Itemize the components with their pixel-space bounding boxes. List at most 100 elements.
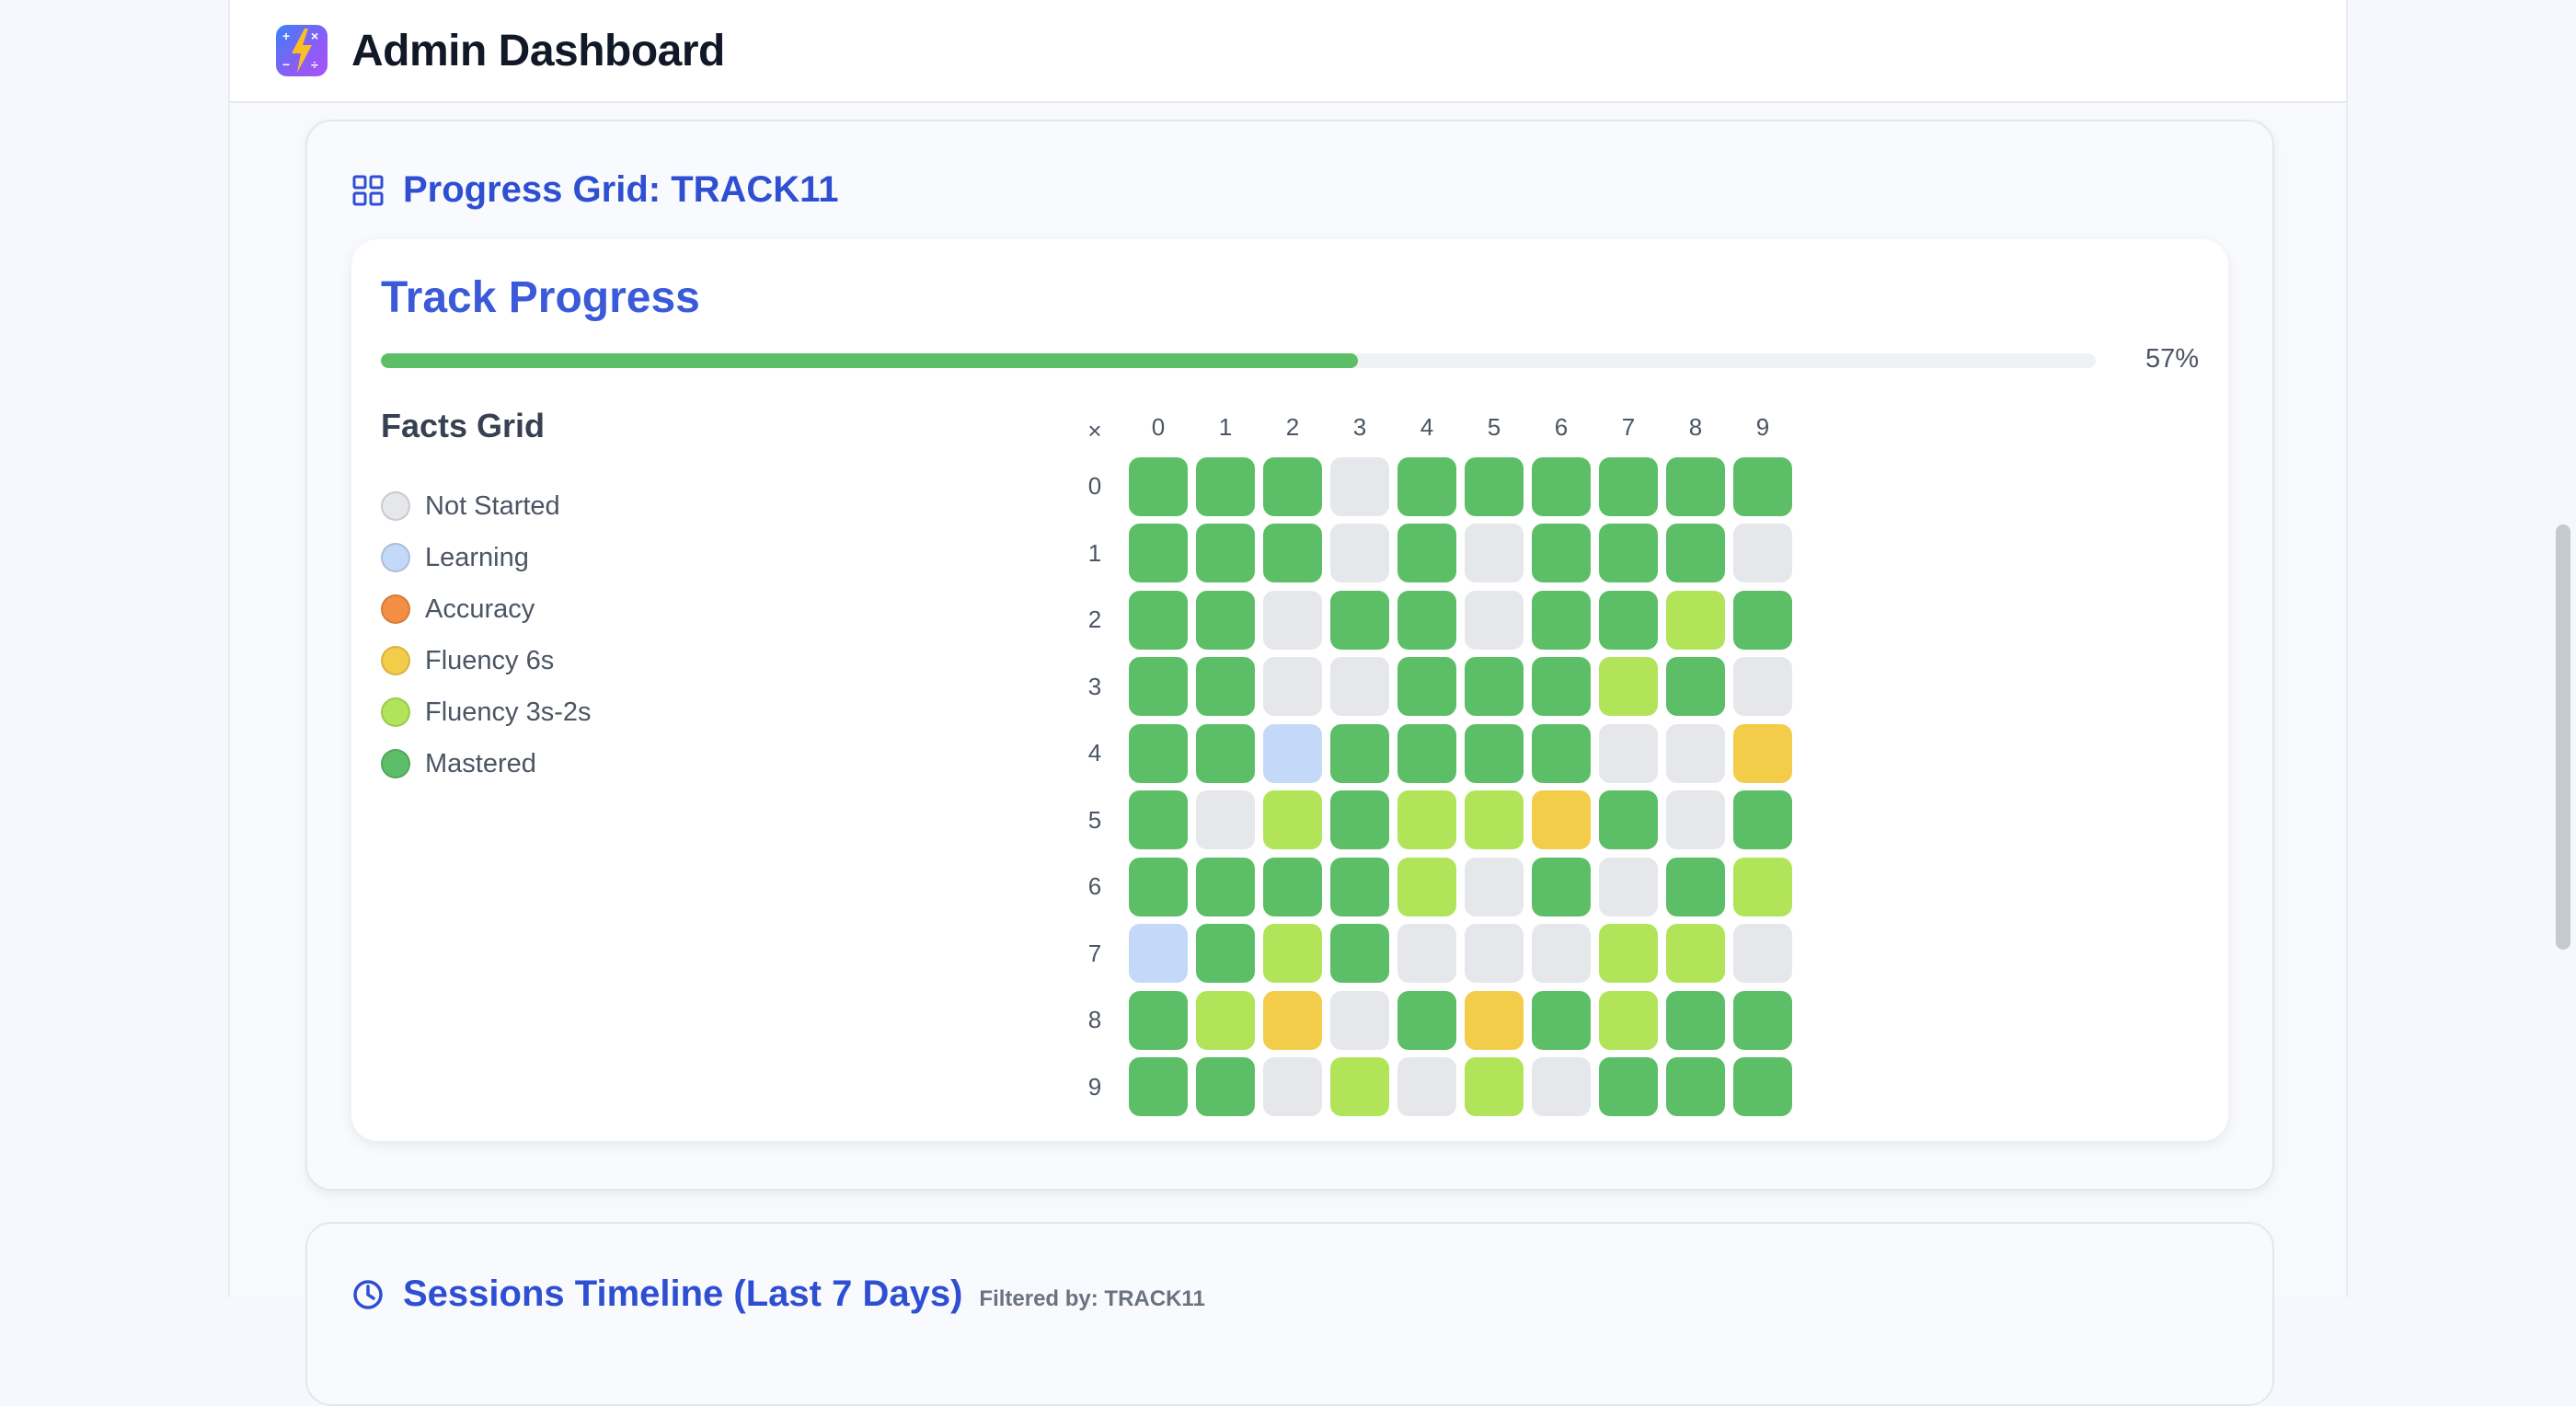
fact-cell[interactable] <box>1196 524 1255 582</box>
fact-cell[interactable] <box>1196 1057 1255 1116</box>
fact-cell[interactable] <box>1129 590 1188 650</box>
fact-cell[interactable] <box>1330 456 1389 516</box>
fact-cell[interactable] <box>1263 1057 1322 1116</box>
fact-cell[interactable] <box>1532 790 1591 849</box>
fact-cell[interactable] <box>1263 524 1322 582</box>
fact-cell[interactable] <box>1397 990 1456 1050</box>
fact-cell[interactable] <box>1733 924 1792 983</box>
fact-cell[interactable] <box>1465 790 1524 849</box>
fact-cell[interactable] <box>1465 524 1524 582</box>
fact-cell[interactable] <box>1599 524 1658 582</box>
fact-cell[interactable] <box>1263 590 1322 650</box>
fact-cell[interactable] <box>1599 723 1658 783</box>
fact-cell[interactable] <box>1196 723 1255 783</box>
fact-cell[interactable] <box>1196 657 1255 716</box>
fact-cell[interactable] <box>1465 723 1524 783</box>
fact-cell[interactable] <box>1129 1057 1188 1116</box>
fact-cell[interactable] <box>1196 590 1255 650</box>
fact-cell[interactable] <box>1465 1057 1524 1116</box>
fact-cell[interactable] <box>1532 723 1591 783</box>
fact-cell[interactable] <box>1532 924 1591 983</box>
fact-cell[interactable] <box>1263 657 1322 716</box>
fact-cell[interactable] <box>1397 723 1456 783</box>
fact-cell[interactable] <box>1599 1057 1658 1116</box>
fact-cell[interactable] <box>1733 790 1792 849</box>
fact-cell[interactable] <box>1465 924 1524 983</box>
fact-cell[interactable] <box>1733 723 1792 783</box>
fact-cell[interactable] <box>1599 857 1658 916</box>
fact-cell[interactable] <box>1733 590 1792 650</box>
fact-cell[interactable] <box>1397 924 1456 983</box>
fact-cell[interactable] <box>1532 1057 1591 1116</box>
fact-cell[interactable] <box>1465 857 1524 916</box>
fact-cell[interactable] <box>1666 924 1725 983</box>
fact-cell[interactable] <box>1330 790 1389 849</box>
fact-cell[interactable] <box>1397 524 1456 582</box>
fact-cell[interactable] <box>1666 1057 1725 1116</box>
fact-cell[interactable] <box>1129 990 1188 1050</box>
fact-cell[interactable] <box>1465 456 1524 516</box>
fact-cell[interactable] <box>1465 990 1524 1050</box>
fact-cell[interactable] <box>1599 790 1658 849</box>
fact-cell[interactable] <box>1733 657 1792 716</box>
fact-cell[interactable] <box>1666 857 1725 916</box>
fact-cell[interactable] <box>1666 657 1725 716</box>
fact-cell[interactable] <box>1532 990 1591 1050</box>
fact-cell[interactable] <box>1129 790 1188 849</box>
fact-cell[interactable] <box>1330 657 1389 716</box>
fact-cell[interactable] <box>1733 456 1792 516</box>
fact-cell[interactable] <box>1129 924 1188 983</box>
fact-cell[interactable] <box>1532 524 1591 582</box>
fact-cell[interactable] <box>1733 857 1792 916</box>
fact-cell[interactable] <box>1196 924 1255 983</box>
fact-cell[interactable] <box>1397 657 1456 716</box>
fact-cell[interactable] <box>1733 1057 1792 1116</box>
fact-cell[interactable] <box>1532 456 1591 516</box>
fact-cell[interactable] <box>1330 723 1389 783</box>
page-scrollbar[interactable] <box>2556 524 2570 950</box>
fact-cell[interactable] <box>1263 790 1322 849</box>
fact-cell[interactable] <box>1129 857 1188 916</box>
fact-cell[interactable] <box>1599 590 1658 650</box>
fact-cell[interactable] <box>1599 657 1658 716</box>
fact-cell[interactable] <box>1465 590 1524 650</box>
fact-cell[interactable] <box>1330 1057 1389 1116</box>
fact-cell[interactable] <box>1330 924 1389 983</box>
fact-cell[interactable] <box>1129 456 1188 516</box>
fact-cell[interactable] <box>1532 590 1591 650</box>
fact-cell[interactable] <box>1465 657 1524 716</box>
fact-cell[interactable] <box>1532 857 1591 916</box>
fact-cell[interactable] <box>1196 857 1255 916</box>
fact-cell[interactable] <box>1196 790 1255 849</box>
fact-cell[interactable] <box>1330 524 1389 582</box>
fact-cell[interactable] <box>1129 723 1188 783</box>
fact-cell[interactable] <box>1263 924 1322 983</box>
fact-cell[interactable] <box>1330 990 1389 1050</box>
fact-cell[interactable] <box>1666 524 1725 582</box>
fact-cell[interactable] <box>1733 524 1792 582</box>
fact-cell[interactable] <box>1666 723 1725 783</box>
fact-cell[interactable] <box>1397 790 1456 849</box>
fact-cell[interactable] <box>1263 723 1322 783</box>
fact-cell[interactable] <box>1129 657 1188 716</box>
fact-cell[interactable] <box>1330 590 1389 650</box>
fact-cell[interactable] <box>1666 990 1725 1050</box>
fact-cell[interactable] <box>1397 857 1456 916</box>
fact-cell[interactable] <box>1733 990 1792 1050</box>
fact-cell[interactable] <box>1666 590 1725 650</box>
fact-cell[interactable] <box>1330 857 1389 916</box>
fact-cell[interactable] <box>1263 456 1322 516</box>
fact-cell[interactable] <box>1599 924 1658 983</box>
fact-cell[interactable] <box>1599 990 1658 1050</box>
fact-cell[interactable] <box>1666 790 1725 849</box>
fact-cell[interactable] <box>1397 590 1456 650</box>
fact-cell[interactable] <box>1397 1057 1456 1116</box>
fact-cell[interactable] <box>1129 524 1188 582</box>
fact-cell[interactable] <box>1666 456 1725 516</box>
fact-cell[interactable] <box>1196 456 1255 516</box>
fact-cell[interactable] <box>1196 990 1255 1050</box>
fact-cell[interactable] <box>1263 857 1322 916</box>
fact-cell[interactable] <box>1532 657 1591 716</box>
fact-cell[interactable] <box>1263 990 1322 1050</box>
fact-cell[interactable] <box>1599 456 1658 516</box>
